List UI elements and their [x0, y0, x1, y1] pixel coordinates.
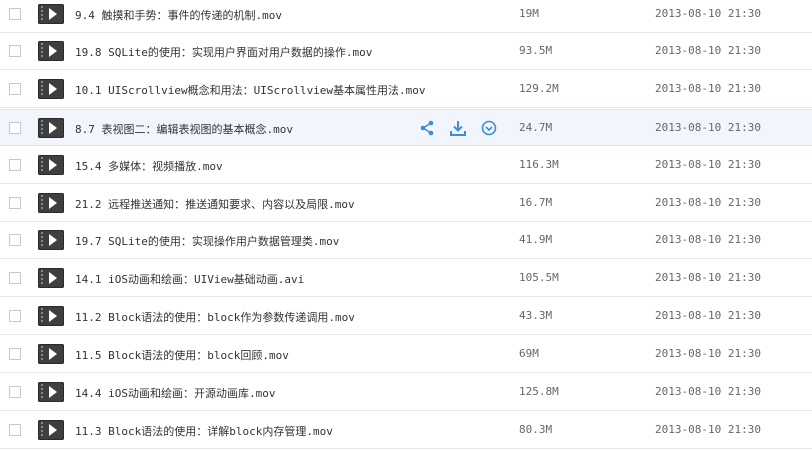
file-size: 116.3M: [519, 158, 559, 171]
file-row[interactable]: 19.7 SQLite的使用：实现操作用户数据管理类.mov 41.9M 2013-…: [0, 222, 812, 259]
row-checkbox[interactable]: [9, 159, 21, 171]
file-size: 24.7M: [519, 121, 553, 134]
row-checkbox[interactable]: [9, 197, 21, 209]
file-list: 9.4 触摸和手势：事件的传递的机制.mov 19M 2013-08-10 21:3…: [0, 0, 812, 451]
file-row[interactable]: 19.8 SQLite的使用：实现用户界面对用户数据的操作.mov 93.5M 20…: [0, 33, 812, 70]
file-row[interactable]: 11.5 Block语法的使用：block回顾.mov 69M 2013-08-10…: [0, 336, 812, 373]
file-name-link[interactable]: 19.7 SQLite的使用：实现操作用户数据管理类.mov: [75, 233, 339, 249]
file-size: 19M: [519, 7, 539, 20]
file-name-link[interactable]: 15.4 多媒体：视频播放.mov: [75, 158, 223, 174]
file-name-link[interactable]: 11.5 Block语法的使用：block回顾.mov: [75, 347, 289, 363]
file-name-link[interactable]: 9.4 触摸和手势：事件的传递的机制.mov: [75, 7, 282, 23]
row-checkbox[interactable]: [9, 122, 21, 134]
file-size: 69M: [519, 347, 539, 360]
row-checkbox[interactable]: [9, 386, 21, 398]
file-row[interactable]: 11.3 Block语法的使用：详解block内存管理.mov 80.3M 2013…: [0, 412, 812, 449]
file-row[interactable]: 11.2 Block语法的使用：block作为参数传递调用.mov 43.3M 20…: [0, 298, 812, 335]
file-size: 80.3M: [519, 423, 553, 436]
file-modified-date: 2013-08-10 21:30: [655, 121, 761, 134]
file-size: 105.5M: [519, 271, 559, 284]
row-checkbox[interactable]: [9, 45, 21, 57]
file-modified-date: 2013-08-10 21:30: [655, 44, 761, 57]
row-checkbox[interactable]: [9, 310, 21, 322]
file-row[interactable]: 15.4 多媒体：视频播放.mov 116.3M 2013-08-10 21:30: [0, 147, 812, 184]
video-file-icon: [38, 79, 64, 99]
file-modified-date: 2013-08-10 21:30: [655, 385, 761, 398]
file-name-link[interactable]: 14.4 iOS动画和绘画：开源动画库.mov: [75, 385, 275, 401]
file-size: 16.7M: [519, 196, 553, 209]
row-checkbox[interactable]: [9, 348, 21, 360]
video-file-icon: [38, 193, 64, 213]
file-row[interactable]: 9.4 触摸和手势：事件的传递的机制.mov 19M 2013-08-10 21:3…: [0, 0, 812, 33]
download-icon[interactable]: [449, 119, 467, 137]
file-row[interactable]: 14.4 iOS动画和绘画：开源动画库.mov 125.8M 2013-08-10 …: [0, 374, 812, 411]
video-file-icon: [38, 4, 64, 24]
file-modified-date: 2013-08-10 21:30: [655, 158, 761, 171]
file-modified-date: 2013-08-10 21:30: [655, 347, 761, 360]
file-name-link[interactable]: 10.1 UIScrollview概念和用法：UIScrollview基本属性用…: [75, 82, 426, 98]
file-name-link[interactable]: 11.3 Block语法的使用：详解block内存管理.mov: [75, 423, 333, 439]
file-modified-date: 2013-08-10 21:30: [655, 7, 761, 20]
file-size: 93.5M: [519, 44, 553, 57]
video-file-icon: [38, 41, 64, 61]
file-modified-date: 2013-08-10 21:30: [655, 423, 761, 436]
file-name-link[interactable]: 21.2 远程推送通知：推送通知要求、内容以及局限.mov: [75, 196, 355, 212]
row-checkbox[interactable]: [9, 8, 21, 20]
video-file-icon: [38, 344, 64, 364]
file-modified-date: 2013-08-10 21:30: [655, 233, 761, 246]
file-name-link[interactable]: 14.1 iOS动画和绘画：UIView基础动画.avi: [75, 271, 304, 287]
video-file-icon: [38, 230, 64, 250]
file-modified-date: 2013-08-10 21:30: [655, 82, 761, 95]
row-checkbox[interactable]: [9, 234, 21, 246]
file-row[interactable]: 21.2 远程推送通知：推送通知要求、内容以及局限.mov 16.7M 2013-0…: [0, 185, 812, 222]
row-checkbox[interactable]: [9, 424, 21, 436]
video-file-icon: [38, 420, 64, 440]
file-size: 125.8M: [519, 385, 559, 398]
file-name-link[interactable]: 19.8 SQLite的使用：实现用户界面对用户数据的操作.mov: [75, 44, 372, 60]
file-name-link[interactable]: 11.2 Block语法的使用：block作为参数传递调用.mov: [75, 309, 355, 325]
video-file-icon: [38, 118, 64, 138]
file-size: 41.9M: [519, 233, 553, 246]
video-file-icon: [38, 306, 64, 326]
file-row[interactable]: 10.1 UIScrollview概念和用法：UIScrollview基本属性用…: [0, 71, 812, 108]
more-dropdown-icon[interactable]: [480, 119, 498, 137]
row-checkbox[interactable]: [9, 83, 21, 95]
share-icon[interactable]: [418, 119, 436, 137]
file-size: 129.2M: [519, 82, 559, 95]
video-file-icon: [38, 268, 64, 288]
file-size: 43.3M: [519, 309, 553, 322]
file-modified-date: 2013-08-10 21:30: [655, 196, 761, 209]
video-file-icon: [38, 382, 64, 402]
file-modified-date: 2013-08-10 21:30: [655, 271, 761, 284]
video-file-icon: [38, 155, 64, 175]
file-modified-date: 2013-08-10 21:30: [655, 309, 761, 322]
file-name-link[interactable]: 8.7 表视图二：编辑表视图的基本概念.mov: [75, 121, 293, 137]
row-checkbox[interactable]: [9, 272, 21, 284]
file-row[interactable]: 8.7 表视图二：编辑表视图的基本概念.mov 24.7M 2013-08-10 2…: [0, 109, 812, 146]
file-row[interactable]: 14.1 iOS动画和绘画：UIView基础动画.avi 105.5M 2013-0…: [0, 260, 812, 297]
